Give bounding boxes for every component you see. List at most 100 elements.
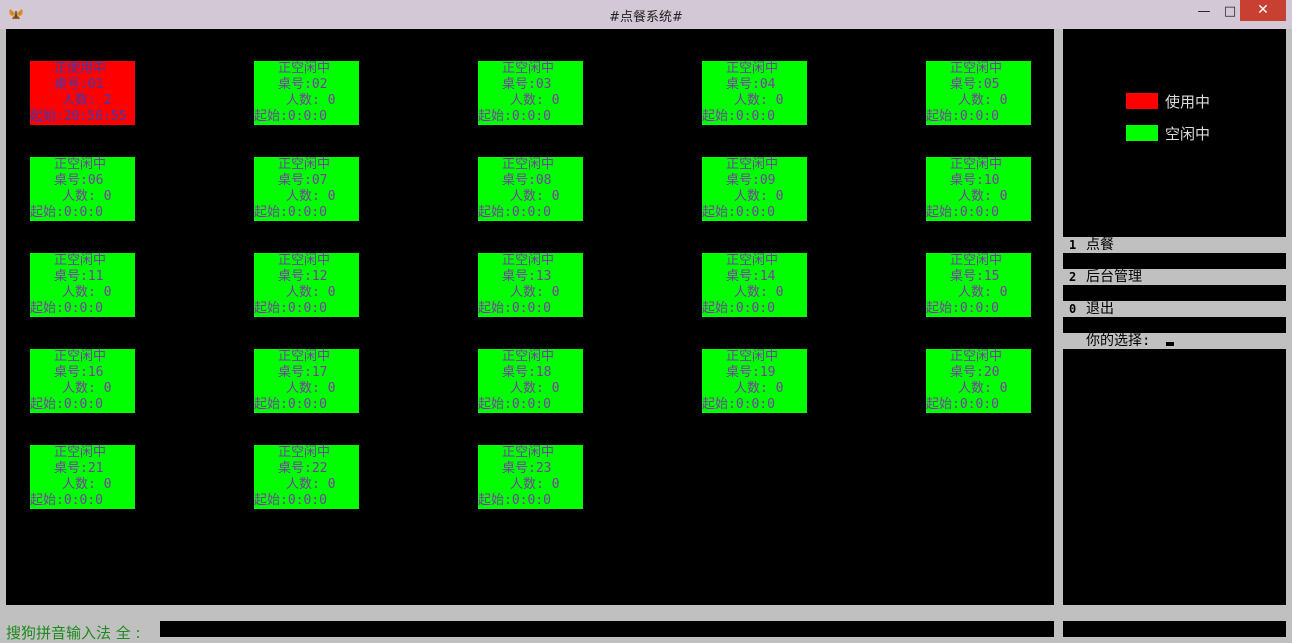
table-start-time: 起始:0:0:0 bbox=[30, 397, 103, 412]
table-people: 人数: 0 bbox=[286, 477, 336, 492]
table-number: 桌号:22 bbox=[278, 461, 328, 476]
table-number: 桌号:18 bbox=[502, 365, 552, 380]
table-status: 正空闲中 bbox=[502, 61, 555, 76]
free-legend-swatch bbox=[1126, 125, 1158, 141]
busy-legend-label: 使用中 bbox=[1165, 93, 1211, 111]
table-grid-pane: 正使用中 桌号:01 人数: 2 起始:20:56:55 正空闲中 桌号:02 人数: 0起… bbox=[6, 29, 1054, 605]
table-status: 正空闲中 bbox=[278, 61, 331, 76]
table-card: 正空闲中 桌号:23 人数: 0 起始:0:0:0 bbox=[478, 445, 583, 509]
table-card: 正空闲中 桌号:19 人数: 0 起始:0:0:0 bbox=[702, 349, 807, 413]
table-card: 正空闲中 桌号:09 人数: 0 起始:0:0:0 bbox=[702, 157, 807, 221]
table-start-time: 起始:0:0:0 bbox=[702, 397, 775, 412]
choice-prompt[interactable]: 你的选择: bbox=[1063, 333, 1286, 349]
table-number: 桌号:04 bbox=[726, 77, 776, 92]
table-number: 桌号:08 bbox=[502, 173, 552, 188]
menu-item-exit[interactable]: 0 退出 bbox=[1063, 301, 1286, 317]
table-number: 桌号:21 bbox=[54, 461, 104, 476]
close-button[interactable]: ✕ bbox=[1240, 0, 1286, 21]
table-card: 正空闲中 桌号:13 人数: 0 起始:0:0:0 bbox=[478, 253, 583, 317]
table-number: 桌号:01 bbox=[54, 77, 104, 92]
table-number: 桌号:13 bbox=[502, 269, 552, 284]
table-status: 正空闲中 bbox=[726, 253, 779, 268]
menu-key: 0 bbox=[1069, 302, 1077, 316]
ime-label: 搜狗拼音输入法 全 : bbox=[6, 624, 141, 642]
menu-item-admin[interactable]: 2 后台管理 bbox=[1063, 269, 1286, 285]
table-number: 桌号:11 bbox=[54, 269, 104, 284]
table-card: 正空闲中 桌号:22 人数: 0 起始:0:0:0 bbox=[254, 445, 359, 509]
table-start-time: 起始:0:0:0 bbox=[926, 109, 999, 124]
table-status: 正空闲中 bbox=[502, 349, 555, 364]
table-people: 人数: 0 bbox=[510, 285, 560, 300]
table-start-time: 起始:0:0:0 bbox=[702, 301, 775, 316]
busy-legend-swatch bbox=[1126, 93, 1158, 109]
table-status: 正空闲中 bbox=[502, 445, 555, 460]
table-card: 正空闲中 桌号:20 人数: 0 起始:0:0:0 bbox=[926, 349, 1031, 413]
table-status: 正空闲中 bbox=[278, 157, 331, 172]
minimize-button[interactable]: — bbox=[1190, 2, 1218, 22]
table-card: 正空闲中 桌号:15 人数: 0 起始:0:0:0 bbox=[926, 253, 1031, 317]
ime-input-field[interactable] bbox=[160, 621, 1054, 637]
table-status: 正空闲中 bbox=[278, 445, 331, 460]
table-status: 正空闲中 bbox=[278, 253, 331, 268]
table-people: 人数: 0 bbox=[62, 285, 112, 300]
menu-label: 退出 bbox=[1086, 301, 1114, 317]
table-start-time: 起始:0:0:0 bbox=[926, 397, 999, 412]
table-card: 正空闲中 桌号:04 人数: 0 起始:0:0:0 bbox=[702, 61, 807, 125]
table-people: 人数: 0 bbox=[510, 381, 560, 396]
table-people: 人数: 2 bbox=[62, 93, 112, 108]
table-people: 人数: 0 bbox=[958, 285, 1008, 300]
table-card: 正空闲中 桌号:08 人数: 0 起始:0:0:0 bbox=[478, 157, 583, 221]
table-people: 人数: 0 bbox=[510, 477, 560, 492]
table-card: 正空闲中 桌号:14 人数: 0 起始:0:0:0 bbox=[702, 253, 807, 317]
table-people: 人数: 0 bbox=[734, 381, 784, 396]
table-status: 正空闲中 bbox=[54, 445, 107, 460]
table-start-time: 起始:0:0:0 bbox=[30, 205, 103, 220]
menu-key: 2 bbox=[1069, 270, 1077, 284]
table-card: 正空闲中 桌号:03 人数: 0 起始:0:0:0 bbox=[478, 61, 583, 125]
table-number: 桌号:07 bbox=[278, 173, 328, 188]
table-start-time: 起始:0:0:0 bbox=[478, 205, 551, 220]
table-start-time: 起始:0:0:0 bbox=[254, 493, 327, 508]
table-status: 正使用中 bbox=[54, 61, 107, 76]
table-start-time: 起始:0:0:0 bbox=[478, 493, 551, 508]
table-status: 正空闲中 bbox=[950, 157, 1003, 172]
table-people: 人数: 0 bbox=[734, 93, 784, 108]
table-start-time: 起始:20:56:55 bbox=[30, 109, 127, 124]
table-number: 桌号:19 bbox=[726, 365, 776, 380]
table-status: 正空闲中 bbox=[54, 253, 107, 268]
table-status: 正空闲中 bbox=[950, 253, 1003, 268]
table-people: 人数: 0 bbox=[286, 285, 336, 300]
table-people: 人数: 0 bbox=[958, 189, 1008, 204]
table-start-time: 起始:0:0:0 bbox=[254, 301, 327, 316]
table-start-time: 起始:0:0:0 bbox=[702, 109, 775, 124]
menu-item-order[interactable]: 1 点餐 bbox=[1063, 237, 1286, 253]
table-card: 正空闲中 桌号:21 人数: 0 起始:0:0:0 bbox=[30, 445, 135, 509]
table-number: 桌号:12 bbox=[278, 269, 328, 284]
table-start-time: 起始:0:0:0 bbox=[254, 109, 327, 124]
table-status: 正空闲中 bbox=[950, 349, 1003, 364]
table-people: 人数: 0 bbox=[958, 93, 1008, 108]
free-legend-label: 空闲中 bbox=[1165, 125, 1211, 143]
table-number: 桌号:02 bbox=[278, 77, 328, 92]
table-status: 正空闲中 bbox=[54, 349, 107, 364]
table-start-time: 起始:0:0:0 bbox=[30, 493, 103, 508]
menu-label: 后台管理 bbox=[1086, 269, 1142, 285]
table-people: 人数: 0 bbox=[958, 381, 1008, 396]
table-number: 桌号:16 bbox=[54, 365, 104, 380]
table-status: 正空闲中 bbox=[726, 157, 779, 172]
choice-prompt-label: 你的选择: bbox=[1086, 333, 1151, 349]
table-people: 人数: 0 bbox=[510, 189, 560, 204]
table-start-time: 起始:0:0:0 bbox=[30, 301, 103, 316]
table-start-time: 起始:0:0:0 bbox=[478, 109, 551, 124]
table-status: 正空闲中 bbox=[502, 253, 555, 268]
table-people: 人数: 0 bbox=[734, 285, 784, 300]
table-status: 正空闲中 bbox=[54, 157, 107, 172]
table-number: 桌号:05 bbox=[950, 77, 1000, 92]
table-status: 正空闲中 bbox=[502, 157, 555, 172]
table-start-time: 起始:0:0:0 bbox=[478, 397, 551, 412]
table-number: 桌号:10 bbox=[950, 173, 1000, 188]
table-card: 正空闲中 桌号:12 人数: 0 起始:0:0:0 bbox=[254, 253, 359, 317]
table-people: 人数: 0 bbox=[510, 93, 560, 108]
title-bar: #点餐系统# — □ ✕ bbox=[0, 0, 1292, 29]
ime-input-field-right[interactable] bbox=[1063, 621, 1286, 637]
